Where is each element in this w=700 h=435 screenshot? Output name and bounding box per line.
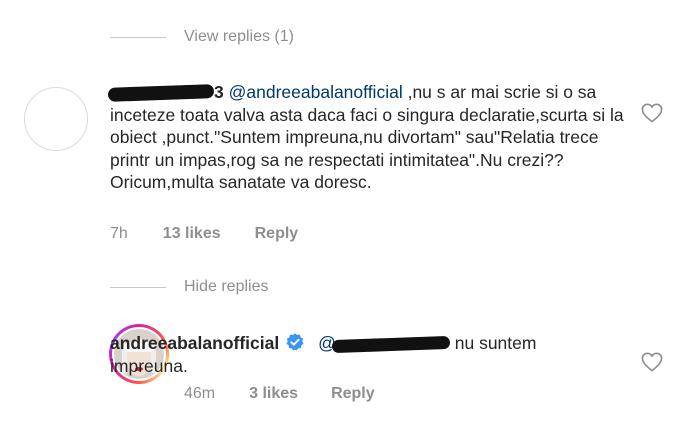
comment-body: 3 @andreeabalanofficial ,nu s ar mai scr… (107, 81, 630, 194)
hide-replies-toggle[interactable]: Hide replies (110, 278, 268, 296)
avatar[interactable] (24, 87, 88, 151)
reply-meta: 46m 3 likes Reply (184, 385, 375, 403)
reply-comment-body: andreeabalanofficial @ nu suntem impreun… (110, 332, 630, 377)
verified-badge-icon (286, 333, 304, 351)
likes-count[interactable]: 3 likes (249, 385, 298, 403)
timestamp: 7h (110, 225, 128, 242)
redaction-mark (331, 335, 451, 353)
heart-outline-icon[interactable] (641, 103, 663, 123)
hide-replies-label: Hide replies (184, 278, 269, 295)
reply-button[interactable]: Reply (331, 385, 375, 403)
likes-count[interactable]: 13 likes (163, 225, 221, 243)
mention-redacted[interactable]: @ (318, 333, 451, 353)
username[interactable]: andreeabalanofficial (110, 333, 279, 353)
reply-text-line1: nu suntem (454, 333, 537, 353)
mention-link[interactable]: @andreeabalanofficial (229, 82, 403, 102)
view-replies-label: View replies (1) (184, 28, 294, 45)
comment-text-line1: ,nu s ar mai scrie (402, 82, 541, 102)
divider-line (110, 36, 166, 38)
view-replies-toggle[interactable]: View replies (1) (110, 28, 294, 46)
heart-outline-icon[interactable] (641, 352, 663, 372)
username-redacted[interactable]: 3 (107, 82, 224, 103)
redaction-mark (107, 84, 215, 103)
reply-button[interactable]: Reply (255, 225, 299, 243)
timestamp: 46m (184, 385, 216, 402)
comment-meta: 7h 13 likes Reply (110, 225, 298, 243)
reply-text-line2: impreuna. (110, 355, 188, 376)
divider-line (110, 286, 166, 288)
